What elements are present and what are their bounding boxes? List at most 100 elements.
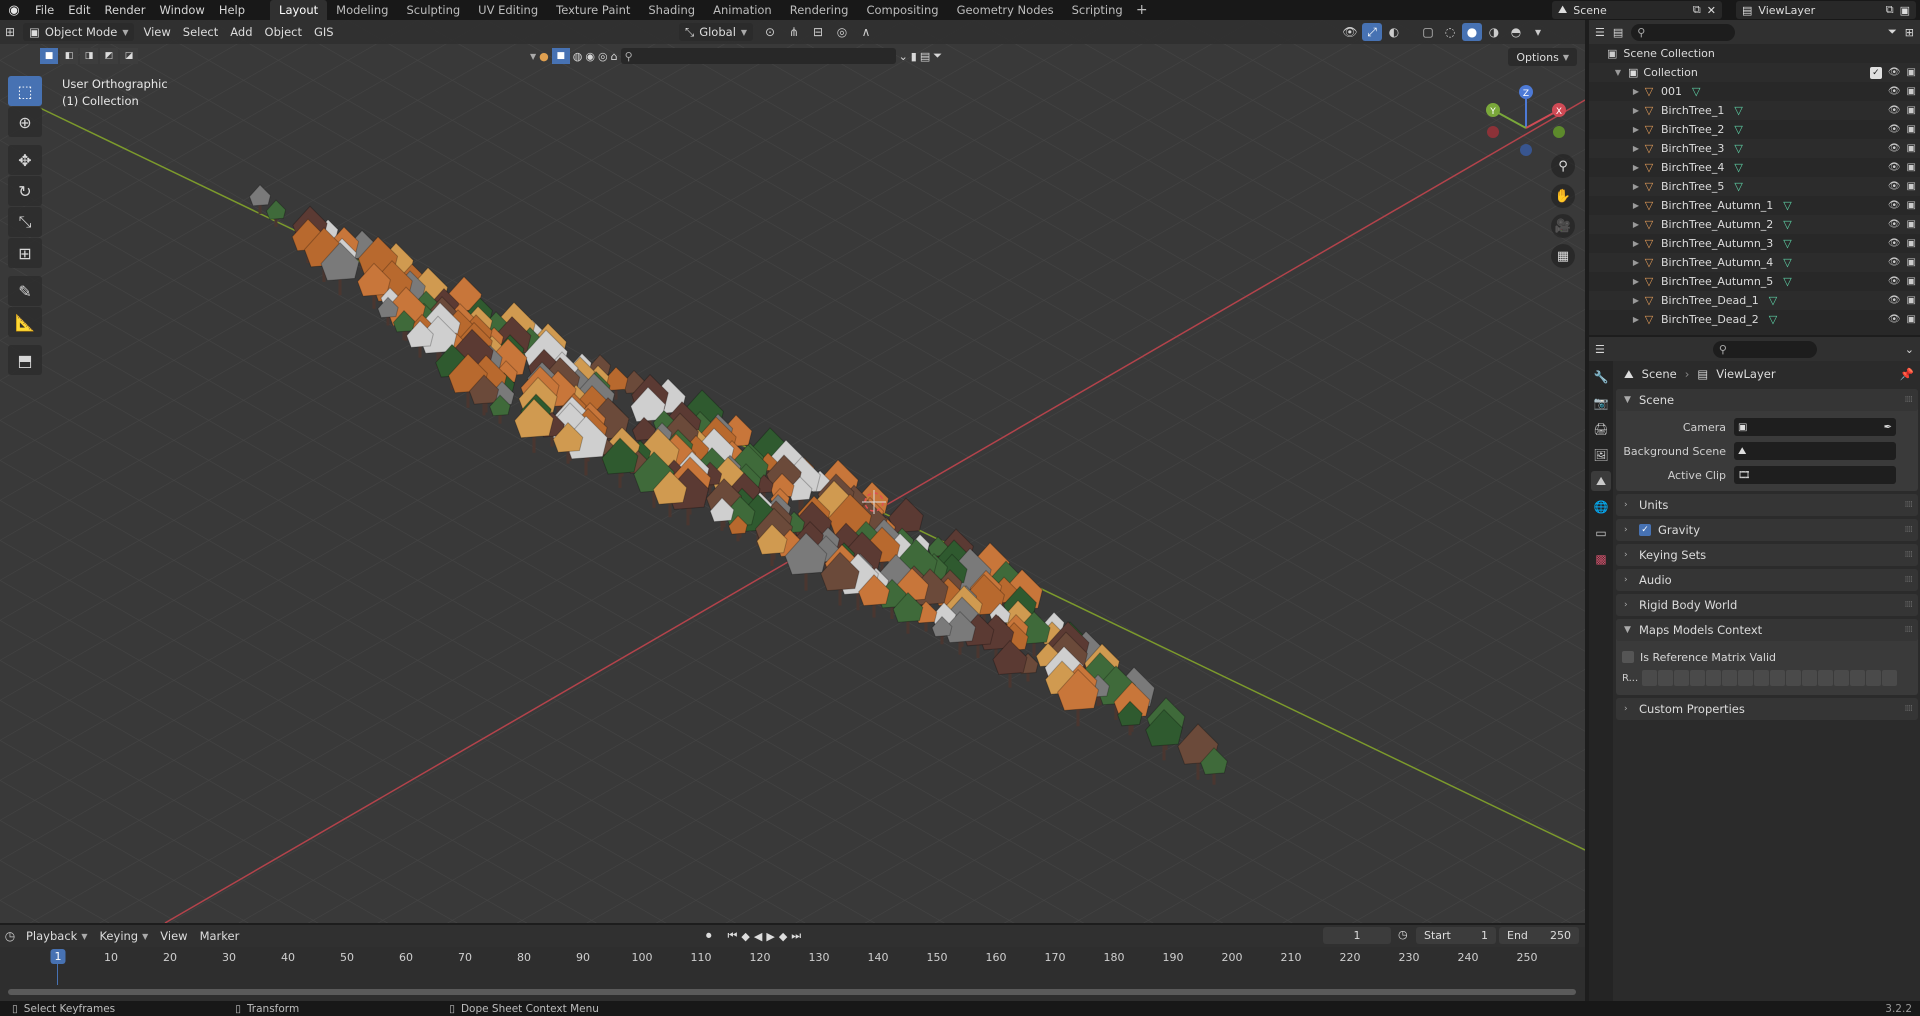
3d-viewport[interactable]: ⊞ ▣ Object Mode ▼ View Select Add Object… [0, 20, 1585, 923]
camera-icon[interactable]: ▣ [1907, 276, 1916, 287]
reference-matrix-checkbox[interactable] [1622, 651, 1634, 663]
jump-keyframe-forward-icon[interactable]: ◆ [779, 930, 787, 943]
start-frame-field[interactable]: Start 1 [1416, 927, 1496, 944]
drag-grip-icon[interactable]: ⁞⁞⁞⁞ [1905, 395, 1914, 405]
tab-geometry-nodes[interactable]: Geometry Nodes [948, 0, 1063, 20]
camera-icon[interactable]: ▣ [1907, 162, 1916, 173]
reference-matrix-row[interactable]: Is Reference Matrix Valid [1622, 647, 1912, 667]
frame-ruler[interactable]: 1 10 20 30 40 50 60 70 80 90 100 110 120 130 140 150 16… [0, 949, 1585, 967]
select-intersect-icon[interactable]: ◪ [120, 48, 138, 64]
matrix-cell[interactable] [1786, 670, 1801, 686]
jump-end-icon[interactable]: ⏭ [791, 929, 801, 943]
keying-sets-panel-header[interactable]: › Keying Sets ⁞⁞⁞⁞ [1616, 544, 1918, 566]
mesh-data-icon[interactable]: ▽ [1783, 256, 1791, 269]
camera-icon[interactable]: ▣ [1907, 143, 1916, 154]
matrix-cell[interactable] [1706, 670, 1721, 686]
expand-arrow-icon[interactable]: ▶ [1631, 258, 1641, 267]
annotate-tool-icon[interactable]: ✎ [8, 276, 42, 306]
texture-tab-icon[interactable]: ▩ [1591, 549, 1611, 569]
timeline-view-menu[interactable]: View [154, 927, 193, 945]
eye-icon[interactable]: 👁 [1888, 238, 1901, 249]
expand-arrow-icon[interactable]: ▶ [1631, 277, 1641, 286]
eye-icon[interactable]: 👁 [1888, 67, 1901, 79]
scene-selector[interactable]: ⛰ Scene ⧉ ✕ [1552, 1, 1722, 19]
mesh-data-icon[interactable]: ▽ [1769, 294, 1777, 307]
pan-hand-icon[interactable]: ✋ [1551, 184, 1575, 208]
camera-view-icon[interactable]: 🎥 [1551, 214, 1575, 238]
editor-type-icon[interactable]: ◷ [0, 927, 20, 945]
chevron-down-icon[interactable]: ▼ [530, 52, 536, 61]
eye-icon[interactable]: 👁 [1888, 295, 1901, 306]
transform-tool-icon[interactable]: ⊞ [8, 238, 42, 268]
camera-icon[interactable]: ▣ [1907, 314, 1916, 325]
play-icon[interactable]: ▶ [766, 930, 774, 943]
scene-panel-header[interactable]: ▼ Scene ⁞⁞⁞⁞ [1616, 389, 1918, 411]
jump-start-icon[interactable]: ⏮ [728, 929, 738, 943]
outliner-item[interactable]: ▶ ▽ BirchTree_1 ▽ 👁 ▣ [1589, 101, 1920, 120]
tab-scripting[interactable]: Scripting [1063, 0, 1132, 20]
mesh-data-icon[interactable]: ▽ [1734, 104, 1742, 117]
outliner-item[interactable]: ▶ ▽ 001 ▽ 👁 ▣ [1589, 82, 1920, 101]
clock-icon[interactable]: ◷ [1398, 928, 1408, 941]
move-tool-icon[interactable]: ✥ [8, 145, 42, 175]
camera-icon[interactable]: ▣ [1907, 200, 1916, 211]
copy-layer-icon[interactable]: ⧉ [1886, 3, 1894, 17]
falloff-icon[interactable]: ∧ [856, 23, 876, 41]
expand-arrow-icon[interactable]: ▶ [1631, 87, 1641, 96]
gravity-panel-header[interactable]: › ✓ Gravity ⁞⁞⁞⁞ [1616, 519, 1918, 541]
filter-icon[interactable]: ⏷ [933, 49, 942, 63]
outliner-item[interactable]: ▶ ▽ BirchTree_3 ▽ 👁 ▣ [1589, 139, 1920, 158]
eye-icon[interactable]: 👁 [1888, 314, 1901, 325]
render-tab-icon[interactable]: 📷 [1591, 393, 1611, 413]
editor-type-icon[interactable]: ☰ [1595, 26, 1605, 39]
matrix-cell[interactable] [1850, 670, 1865, 686]
active-clip-field[interactable]: 🎞 [1734, 466, 1896, 484]
filter-mesh-icon[interactable]: ■ [551, 48, 570, 64]
menu-window[interactable]: Window [152, 0, 211, 20]
drag-grip-icon[interactable]: ⁞⁞⁞⁞ [1905, 575, 1914, 585]
matrix-cell[interactable] [1834, 670, 1849, 686]
eye-icon[interactable]: 👁 [1888, 124, 1901, 135]
display-filter-icon[interactable]: ▤ [920, 50, 930, 63]
outliner-item[interactable]: ▶ ▽ BirchTree_Dead_1 ▽ 👁 ▣ [1589, 291, 1920, 310]
collection-row[interactable]: ▼ ▣ Collection ✓ 👁 ▣ [1589, 63, 1920, 82]
camera-icon[interactable]: ▣ [1907, 181, 1916, 192]
expand-arrow-icon[interactable]: ▶ [1631, 106, 1641, 115]
menu-edit[interactable]: Edit [61, 0, 97, 20]
mesh-data-icon[interactable]: ▽ [1734, 161, 1742, 174]
snap-icon[interactable]: ⋔ [784, 23, 804, 41]
remove-layer-icon[interactable]: ▣ [1900, 4, 1910, 17]
audio-panel-header[interactable]: › Audio ⁞⁞⁞⁞ [1616, 569, 1918, 591]
outliner-item[interactable]: ▶ ▽ BirchTree_Autumn_5 ▽ 👁 ▣ [1589, 272, 1920, 291]
matrix-cells[interactable] [1642, 670, 1897, 686]
drag-grip-icon[interactable]: ⁞⁞⁞⁞ [1905, 500, 1914, 510]
tab-shading[interactable]: Shading [639, 0, 704, 20]
measure-tool-icon[interactable]: 📐 [8, 307, 42, 337]
mesh-data-icon[interactable]: ▽ [1734, 123, 1742, 136]
mesh-data-icon[interactable]: ▽ [1769, 313, 1777, 326]
tab-texture-paint[interactable]: Texture Paint [547, 0, 639, 20]
editor-type-icon[interactable]: ⊞ [0, 23, 20, 41]
rendered-shading-icon[interactable]: ◓ [1506, 23, 1526, 41]
expand-arrow-icon[interactable]: ▼ [1613, 68, 1623, 77]
background-scene-field[interactable]: ⛰ [1734, 442, 1896, 460]
overlay-icon[interactable]: ◐ [1384, 23, 1404, 41]
matrix-cell[interactable] [1642, 670, 1657, 686]
camera-icon[interactable]: ▣ [1907, 105, 1916, 116]
matrix-cell[interactable] [1770, 670, 1785, 686]
matrix-cell[interactable] [1690, 670, 1705, 686]
custom-properties-panel-header[interactable]: › Custom Properties ⁞⁞⁞⁞ [1616, 698, 1918, 720]
copy-icon[interactable]: ⧉ [1693, 3, 1701, 17]
expand-arrow-icon[interactable]: ▶ [1631, 125, 1641, 134]
select-subtract-icon[interactable]: ◨ [80, 48, 98, 64]
menu-gis[interactable]: GIS [308, 23, 340, 41]
select-box-tool-icon[interactable]: ⬚ [8, 76, 42, 106]
expand-arrow-icon[interactable]: ▶ [1631, 201, 1641, 210]
shading-options-icon[interactable]: ▾ [1528, 23, 1548, 41]
eye-icon[interactable]: 👁 [1888, 219, 1901, 230]
world-tab-icon[interactable]: 🌐 [1591, 497, 1611, 517]
add-workspace-icon[interactable]: + [1132, 2, 1152, 18]
expand-arrow-icon[interactable]: ▶ [1631, 220, 1641, 229]
camera-icon[interactable]: ▣ [1907, 257, 1916, 268]
matrix-cell[interactable] [1818, 670, 1833, 686]
